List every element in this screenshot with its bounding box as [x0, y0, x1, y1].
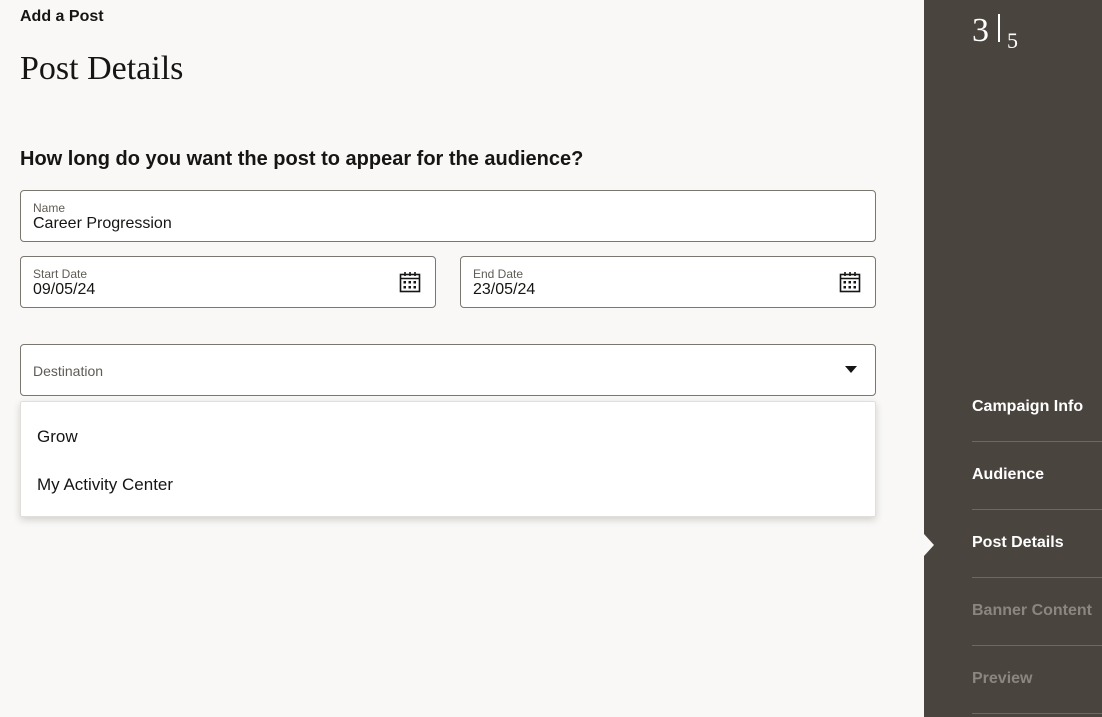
step-label: Campaign Info: [972, 398, 1084, 415]
destination-label: Destination: [33, 363, 104, 379]
step-label: Audience: [972, 466, 1045, 483]
step-marker-icon: [924, 534, 934, 556]
destination-select[interactable]: Destination: [20, 344, 876, 396]
chevron-down-icon[interactable]: [845, 366, 857, 373]
step-list: Campaign Info Audience Post Details Bann…: [924, 374, 1102, 714]
start-date-field[interactable]: Start Date 09/05/24: [20, 256, 436, 308]
start-date-value[interactable]: 09/05/24: [33, 281, 95, 299]
page-title: Post Details: [20, 50, 184, 87]
step-campaign-info[interactable]: Campaign Info: [972, 374, 1102, 442]
end-date-field[interactable]: End Date 23/05/24: [460, 256, 876, 308]
step-banner-content[interactable]: Banner Content: [972, 578, 1102, 646]
name-field-value[interactable]: Career Progression: [33, 215, 172, 233]
destination-dropdown-list: Grow My Activity Center: [20, 401, 876, 517]
dropdown-option-my-activity-center[interactable]: My Activity Center: [37, 475, 173, 495]
step-post-details[interactable]: Post Details: [924, 510, 1102, 578]
section-question: How long do you want the post to appear …: [20, 148, 584, 170]
step-audience[interactable]: Audience: [972, 442, 1102, 510]
total-steps-number: 5: [1007, 28, 1018, 53]
step-preview[interactable]: Preview: [972, 646, 1102, 714]
main-panel: Add a Post Post Details How long do you …: [0, 0, 924, 717]
step-label: Post Details: [972, 534, 1064, 551]
step-label: Banner Content: [972, 602, 1092, 619]
calendar-icon[interactable]: [839, 271, 861, 293]
breadcrumb[interactable]: Add a Post: [20, 8, 104, 26]
calendar-icon[interactable]: [399, 271, 421, 293]
name-field[interactable]: Name Career Progression: [20, 190, 876, 242]
step-sidebar: 3 5 Campaign Info Audience Post Details …: [924, 0, 1102, 717]
step-label: Preview: [972, 670, 1033, 687]
step-divider: [998, 14, 1000, 42]
current-step-number: 3: [972, 12, 989, 49]
dropdown-option-grow[interactable]: Grow: [37, 427, 78, 447]
end-date-label: End Date: [473, 267, 524, 281]
end-date-value[interactable]: 23/05/24: [473, 281, 535, 299]
name-field-label: Name: [33, 201, 66, 215]
start-date-label: Start Date: [33, 267, 88, 281]
